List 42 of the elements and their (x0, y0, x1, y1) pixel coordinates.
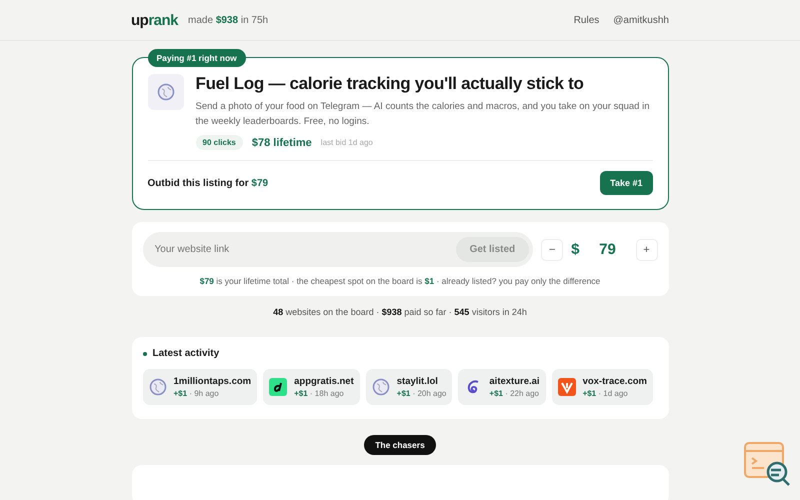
activity-item[interactable]: staylit.lol +$1 · 20h ago (366, 369, 452, 405)
activity-detail: +$1 · 18h ago (294, 389, 345, 398)
increase-button[interactable]: + (636, 238, 658, 260)
activity-title: Latest activity (152, 348, 220, 359)
globe-icon (372, 378, 390, 396)
logo[interactable]: uprank (131, 12, 178, 28)
bid-amount: 79 (598, 241, 617, 258)
site-name: aitexture.ai (489, 376, 540, 387)
outbid-text: Outbid this listing for $79 (148, 178, 268, 188)
app-logo-icon (269, 378, 288, 396)
app-logo-icon (558, 378, 576, 396)
listing-description: Send a photo of your food on Telegram — AI counts the calories and macros, and you take on your squad in the weekly leaderboards. Free, no logins. (196, 100, 650, 129)
activity-detail: +$1 · 9h ago (174, 389, 220, 398)
activity-item[interactable]: aitexture.ai +$1 · 22h ago (458, 369, 546, 405)
activity-detail: +$1 · 22h ago (489, 389, 540, 398)
site-name: vox-trace.com (582, 376, 647, 387)
status-badge: Paying #1 right now (148, 49, 246, 67)
currency-symbol: $ (571, 241, 580, 258)
decrease-button[interactable]: − (541, 238, 564, 260)
take-button[interactable]: Take #1 (600, 171, 652, 195)
nav-link[interactable]: @amitkushh (613, 14, 669, 26)
section-label: The chasers (364, 435, 436, 455)
activity-item[interactable]: 1milliontaps.com +$1 · 9h ago (142, 369, 258, 405)
clicks-badge: 90 clicks (196, 135, 243, 150)
pricing-note: $79 is your lifetime total · the cheapest spot on the board is $1 · already listed? you pay only the difference (198, 276, 602, 286)
browser-search-icon[interactable] (744, 442, 792, 488)
site-name: 1milliontaps.com (174, 376, 252, 387)
status-dot (142, 352, 146, 356)
board-stats: 48 websites on the board · $938 paid so far · 545 visitors in 24h (272, 307, 528, 317)
site-name: appgratis.net (294, 376, 354, 387)
activity-detail: +$1 · 20h ago (396, 389, 446, 398)
globe-icon (148, 378, 166, 396)
globe-icon (156, 83, 174, 101)
activity-item[interactable]: appgratis.net +$1 · 18h ago (263, 369, 360, 405)
listing-title: Fuel Log — calorie tracking you'll actually stick to (196, 74, 585, 94)
site-name: staylit.lol (396, 376, 439, 387)
last-bid-text: last bid 1d ago (320, 138, 373, 147)
lifetime-amount: $78 lifetime (252, 136, 312, 148)
activity-item[interactable]: vox-trace.com +$1 · 1d ago (552, 369, 653, 405)
nav-link[interactable]: Rules (574, 14, 600, 26)
activity-detail: +$1 · 1d ago (582, 389, 629, 398)
earnings-text: made $938 in 75h (188, 14, 268, 26)
